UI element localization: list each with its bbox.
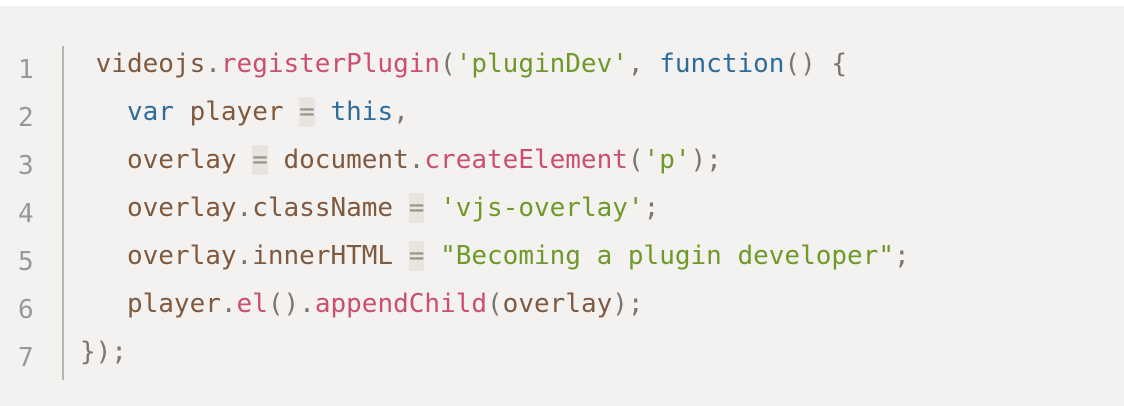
code-token: (). [267, 289, 315, 319]
code-token: 'p' [643, 145, 691, 175]
line-number: 1 [18, 55, 34, 85]
code-line: overlay = document.createElement('p'); [80, 136, 910, 184]
code-token: function [659, 49, 785, 79]
line-number-gutter: 1 2 3 4 5 6 7 [0, 46, 64, 380]
code-token: ; [894, 241, 910, 271]
code-token: = [299, 97, 315, 127]
code-token: = [408, 241, 425, 271]
code-block: 1 2 3 4 5 6 7 videojs.registerPlugin('pl… [0, 6, 1124, 406]
code-token: . [236, 241, 253, 271]
line-number: 3 [18, 151, 34, 181]
code-line: overlay.className = 'vjs-overlay'; [80, 184, 910, 232]
code-token: 'pluginDev' [455, 49, 628, 79]
code-token: player [80, 289, 221, 319]
code-token: registerPlugin [220, 49, 441, 79]
code-token: ); [612, 289, 644, 319]
code-line: var player = this, [80, 88, 910, 136]
code-token: document [267, 145, 409, 175]
code-token: this [330, 97, 394, 127]
code-token: overlay [502, 289, 613, 319]
code-token: () { [784, 49, 848, 79]
code-token: player [173, 97, 300, 127]
code-token: }); [80, 337, 127, 367]
code-token: ); [690, 145, 722, 175]
code-token: var [126, 97, 174, 127]
code-token: ( [487, 289, 503, 319]
code-token: , [393, 97, 409, 127]
code-token: = [408, 193, 425, 223]
line-number: 2 [18, 103, 34, 133]
code-token: videojs [80, 49, 206, 79]
code-content: videojs.registerPlugin('pluginDev', func… [80, 40, 910, 376]
code-token: appendChild [314, 289, 488, 319]
code-token: ( [440, 49, 456, 79]
code-token: . [408, 145, 425, 175]
code-line: overlay.innerHTML = "Becoming a plugin d… [80, 232, 910, 280]
code-token: ( [627, 145, 644, 175]
code-token: el [236, 289, 268, 319]
line-number: 5 [18, 247, 34, 277]
code-token: overlay [80, 193, 237, 223]
code-token: . [205, 49, 221, 79]
code-line: videojs.registerPlugin('pluginDev', func… [80, 40, 910, 88]
code-token: . [220, 289, 237, 319]
code-token: innerHTML [252, 241, 409, 271]
code-token: overlay [80, 145, 253, 175]
code-token: "Becoming a plugin developer" [440, 241, 895, 271]
line-number: 4 [18, 199, 34, 229]
line-number: 6 [18, 295, 34, 325]
code-line: }); [80, 328, 910, 376]
code-line: player.el().appendChild(overlay); [80, 280, 910, 328]
code-token: createElement [424, 145, 628, 175]
code-token: overlay [80, 241, 237, 271]
code-token: className [252, 193, 409, 223]
code-token: 'vjs-overlay' [440, 193, 644, 223]
code-token: ; [643, 193, 660, 223]
code-token: . [236, 193, 253, 223]
code-token: , [627, 49, 660, 79]
line-number: 7 [18, 343, 34, 373]
code-token: = [252, 145, 268, 175]
